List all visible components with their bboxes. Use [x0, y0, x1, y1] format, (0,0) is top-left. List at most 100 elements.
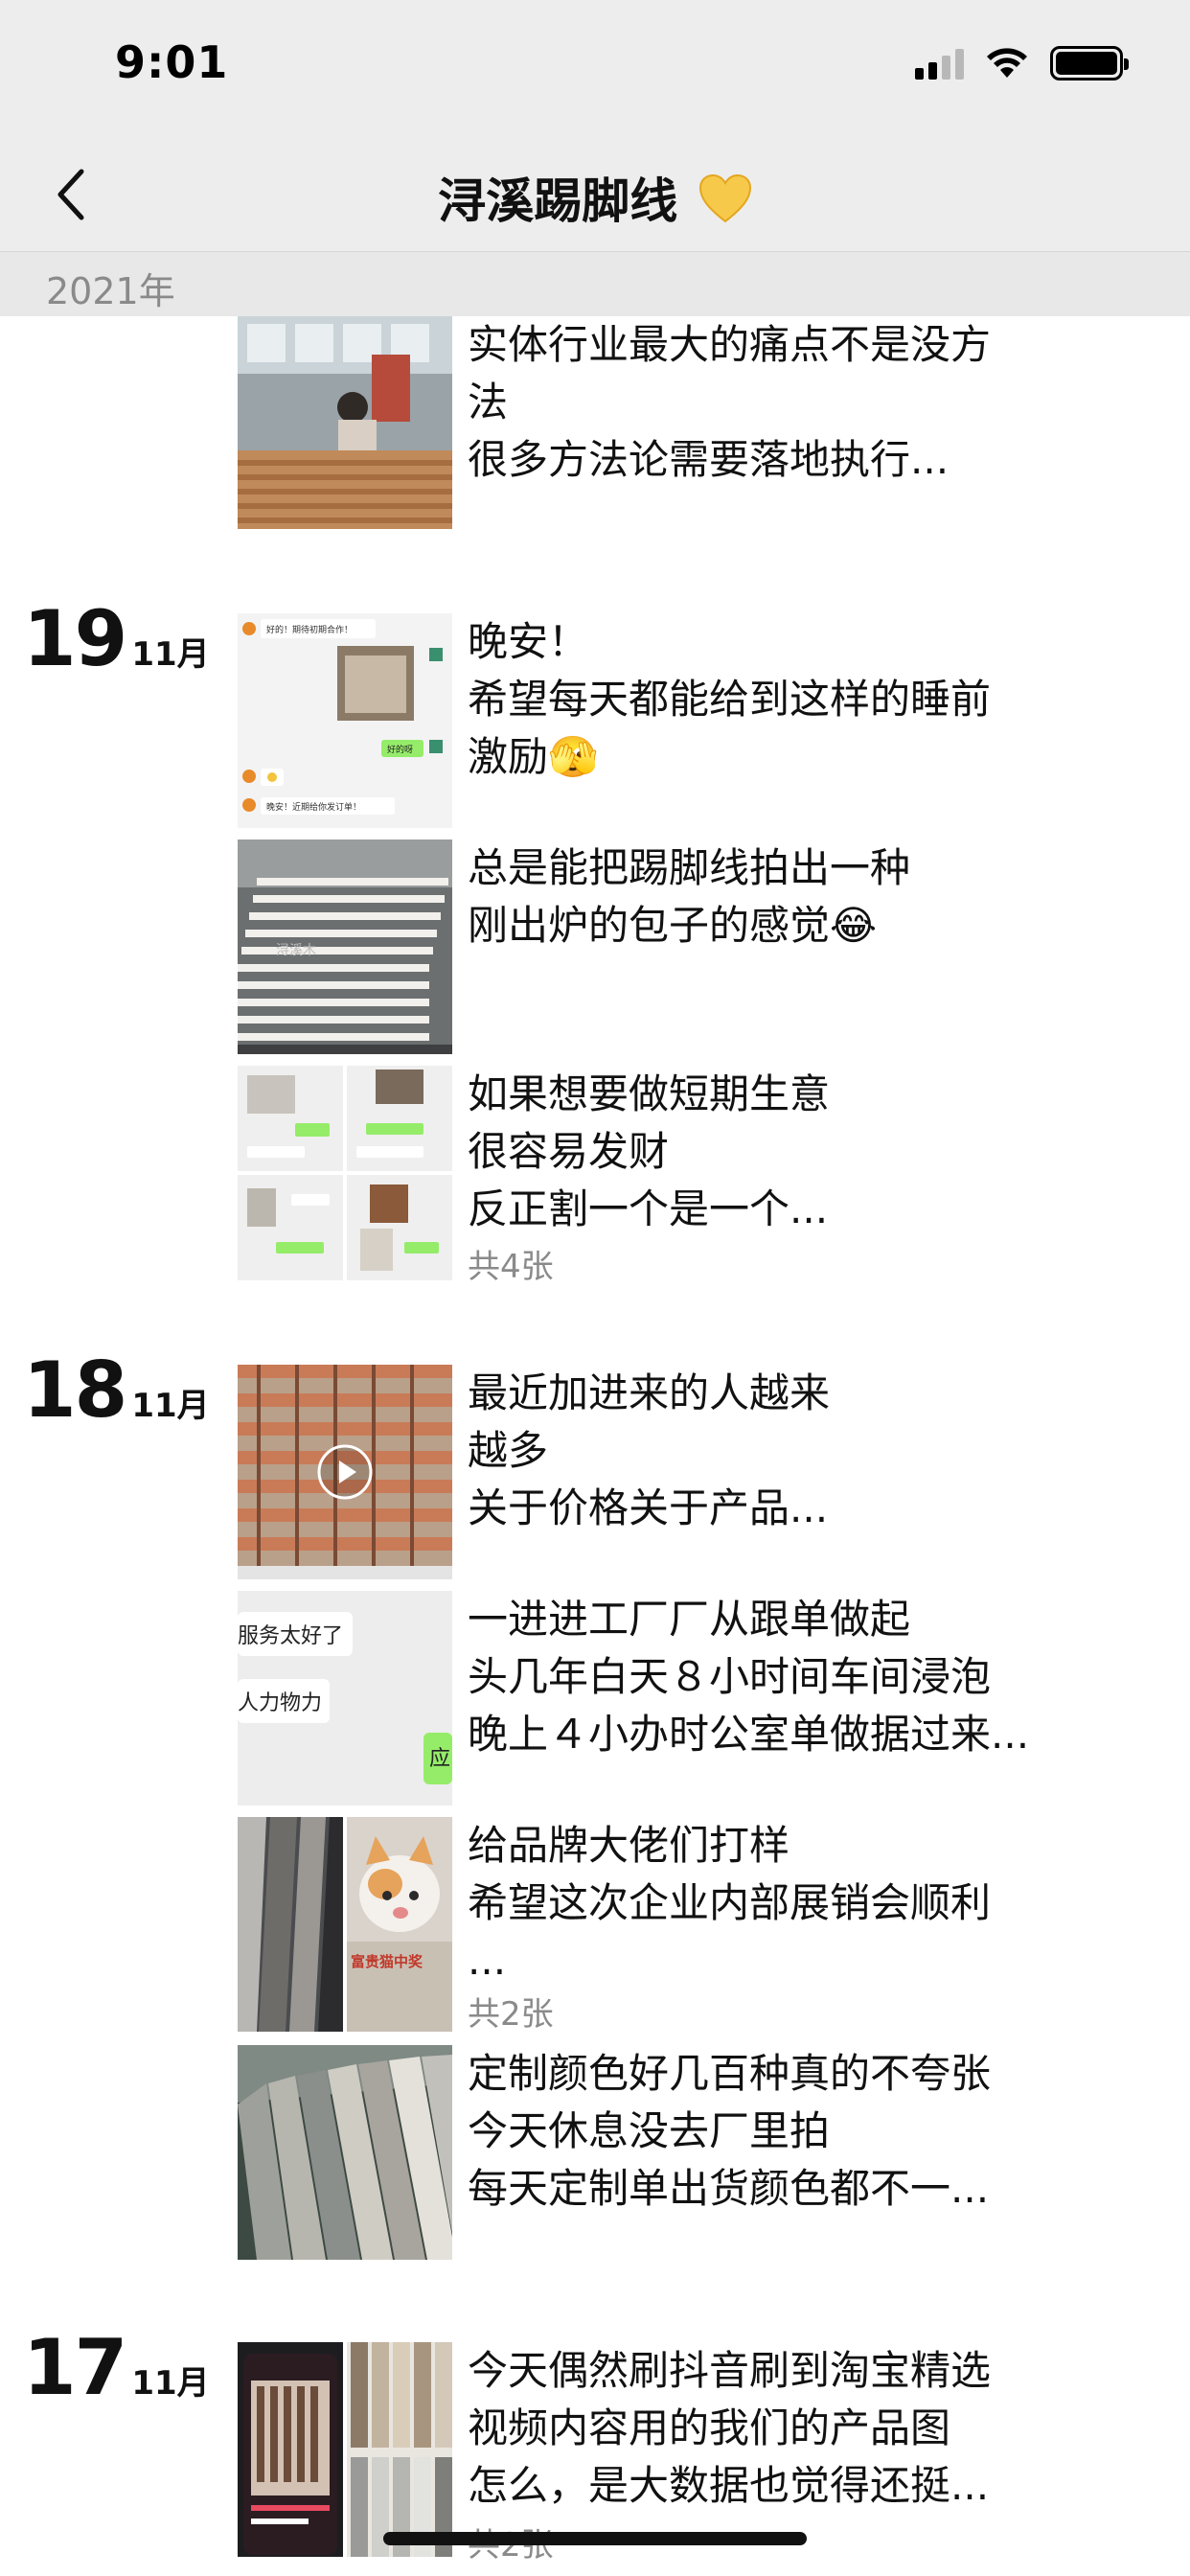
battery-icon [1050, 46, 1129, 80]
yellow-heart-icon [698, 173, 751, 223]
post-line: 如果想要做短期生意 [468, 1070, 831, 1117]
stacked-boards-photo: 浔溪木 [238, 840, 452, 1054]
post-line: 今天休息没去厂里拍 [468, 2107, 831, 2154]
chat-bubble-text: 人力物力 [238, 1691, 322, 1715]
status-time: 9:01 [115, 36, 229, 88]
day-number: 17 [23, 2323, 127, 2412]
post-item[interactable]: 实体行业最大的痛点不是没方 法 很多方法论需要落地执行... [238, 316, 1148, 531]
cat-caption: 富贵猫中奖 [351, 1953, 423, 1970]
post-thumbnail[interactable]: 富贵猫中奖 [238, 1817, 452, 2032]
post-item[interactable]: 今天偶然刷抖音刷到淘宝精选 视频内容用的我们的产品图 怎么，是大数据也觉得还挺.… [238, 2342, 1148, 2564]
month-label: 11月 [131, 1387, 210, 1425]
post-line: 给品牌大佬们打样 [468, 1822, 790, 1869]
date-label: 18 11月 [23, 1346, 210, 1435]
day-number: 18 [23, 1346, 127, 1435]
navigation-bar: 浔溪踢脚线 [0, 144, 1190, 249]
post-line: 最近加进来的人越来 [468, 1369, 831, 1416]
post-text: 定制颜色好几百种真的不夸张 今天休息没去厂里拍 每天定制单出货颜色都不一... [468, 2045, 1157, 2218]
post-line: 一进进工厂厂从跟单做起 [468, 1596, 911, 1643]
chat-bubble-text: 晚安！近期给你发订单！ [266, 801, 361, 813]
post-line: 定制颜色好几百种真的不夸张 [468, 2050, 992, 2097]
chat-screenshot: 好的！期待初期合作！ 好的呀 晚安！近期给你发订单！ [238, 613, 452, 828]
post-line: 激励🫣 [468, 733, 599, 780]
post-thumbnail[interactable] [238, 2342, 452, 2557]
chat-screenshot: 服务太好了 人力物力 应 [238, 1591, 452, 1806]
chat-bubble-text: 应 [429, 1747, 450, 1771]
sample-boards-image [347, 2342, 452, 2557]
cat-image: 富贵猫中奖 [347, 1817, 452, 2032]
post-line: 晚安！ [468, 618, 589, 665]
post-text: 实体行业最大的痛点不是没方 法 很多方法论需要落地执行... [468, 316, 1157, 489]
home-indicator[interactable] [383, 2532, 807, 2545]
page-title-text: 浔溪踢脚线 [438, 173, 678, 229]
moments-feed: 实体行业最大的痛点不是没方 法 很多方法论需要落地执行... 19 11月 好的… [0, 0, 1190, 2576]
post-line: 视频内容用的我们的产品图 [468, 2404, 951, 2451]
post-item[interactable]: 好的！期待初期合作！ 好的呀 晚安！近期给你发订单！ 晚安！ 希望每天都能给到这… [238, 613, 1148, 828]
post-line: ... [468, 1937, 507, 1984]
image-count: 共2张 [468, 1995, 554, 2034]
image-pair: 富贵猫中奖 [238, 1817, 452, 2032]
month-label: 11月 [131, 2364, 210, 2403]
post-line: 希望这次企业内部展销会顺利 [468, 1879, 992, 1926]
image-count: 共4张 [468, 1248, 554, 1286]
post-line: 实体行业最大的痛点不是没方 [468, 321, 992, 368]
color-samples-photo [238, 2045, 452, 2260]
wifi-icon [987, 48, 1027, 78]
chat-bubble-text: 服务太好了 [238, 1624, 343, 1648]
post-thumbnail[interactable]: 好的！期待初期合作！ 好的呀 晚安！近期给你发订单！ [238, 613, 452, 828]
post-line: 希望每天都能给到这样的睡前 [468, 676, 992, 723]
grid-image [238, 1175, 343, 1280]
watermark-text: 浔溪木 [276, 943, 316, 958]
post-item[interactable]: 如果想要做短期生意 很容易发财 反正割一个是一个... 共4张 [238, 1066, 1148, 1286]
image-pair [238, 2342, 452, 2557]
post-item[interactable]: 富贵猫中奖 给品牌大佬们打样 希望这次企业内部展销会顺利 ... 共2张 [238, 1817, 1148, 2034]
post-line: 怎么，是大数据也觉得还挺... [468, 2462, 990, 2509]
sample-boards-image [238, 1817, 343, 2032]
post-text: 给品牌大佬们打样 希望这次企业内部展销会顺利 ... [468, 1817, 1157, 1990]
date-label: 19 11月 [23, 594, 210, 683]
phone-screenshot-image [238, 2342, 343, 2557]
post-thumbnail[interactable] [238, 316, 452, 529]
cellular-signal-icon [915, 47, 964, 80]
post-line: 很容易发财 [468, 1128, 670, 1175]
post-line: 反正割一个是一个... [468, 1185, 829, 1232]
post-line: 晚上４小办时公室单做据过来... [468, 1711, 1030, 1758]
page-title: 浔溪踢脚线 [0, 163, 1190, 232]
workshop-photo [238, 316, 452, 529]
post-item[interactable]: 定制颜色好几百种真的不夸张 今天休息没去厂里拍 每天定制单出货颜色都不一... [238, 2045, 1148, 2260]
post-line: 法 [468, 379, 509, 426]
post-line: 每天定制单出货颜色都不一... [468, 2165, 990, 2212]
post-line: 很多方法论需要落地执行... [468, 436, 950, 483]
date-label: 17 11月 [23, 2323, 210, 2412]
post-line: 今天偶然刷抖音刷到淘宝精选 [468, 2347, 992, 2394]
year-label: 2021年 [46, 270, 175, 312]
post-item[interactable]: 服务太好了 人力物力 应 一进进工厂厂从跟单做起 头几年白天８小时间车间浸泡 晚… [238, 1591, 1148, 1806]
post-line: 越多 [468, 1427, 549, 1474]
post-thumbnail[interactable] [238, 2045, 452, 2260]
post-thumbnail[interactable] [238, 1365, 452, 1579]
status-icons [915, 46, 1129, 80]
post-text: 总是能把踢脚线拍出一种 刚出炉的包子的感觉😂 [468, 840, 1157, 954]
day-number: 19 [23, 594, 127, 683]
grid-image [238, 1066, 343, 1171]
post-thumbnail[interactable]: 服务太好了 人力物力 应 [238, 1591, 452, 1806]
post-line: 头几年白天８小时间车间浸泡 [468, 1653, 992, 1700]
post-item[interactable]: 最近加进来的人越来 越多 关于价格关于产品... [238, 1365, 1148, 1579]
post-item[interactable]: 浔溪木 总是能把踢脚线拍出一种 刚出炉的包子的感觉😂 [238, 840, 1148, 1054]
post-text: 一进进工厂厂从跟单做起 头几年白天８小时间车间浸泡 晚上４小办时公室单做据过来.… [468, 1591, 1157, 1763]
post-line: 刚出炉的包子的感觉😂 [468, 902, 878, 949]
post-text: 最近加进来的人越来 越多 关于价格关于产品... [468, 1365, 1157, 1537]
grid-image [347, 1066, 452, 1171]
post-line: 总是能把踢脚线拍出一种 [468, 844, 911, 891]
top-bar: 9:01 浔溪踢脚线 2021年 [0, 0, 1190, 316]
play-icon[interactable] [316, 1443, 374, 1501]
post-text: 如果想要做短期生意 很容易发财 反正割一个是一个... [468, 1066, 1157, 1238]
image-grid [238, 1066, 452, 1280]
post-line: 关于价格关于产品... [468, 1484, 829, 1531]
year-section-header: 2021年 [0, 251, 1190, 316]
post-text: 今天偶然刷抖音刷到淘宝精选 视频内容用的我们的产品图 怎么，是大数据也觉得还挺.… [468, 2342, 1157, 2515]
post-thumbnail[interactable] [238, 1066, 452, 1280]
post-thumbnail[interactable]: 浔溪木 [238, 840, 452, 1054]
chat-bubble-text: 好的！期待初期合作！ [266, 624, 353, 635]
chat-bubble-text: 好的呀 [387, 744, 413, 755]
